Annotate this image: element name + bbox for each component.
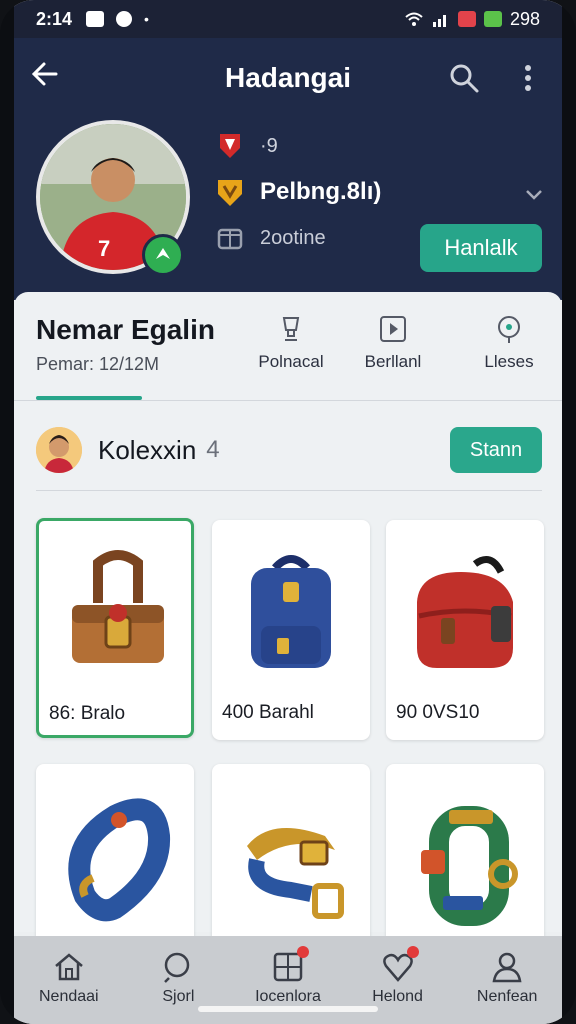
tab-label: Polnacal	[258, 352, 324, 371]
tab-label: Berllanl	[364, 352, 422, 371]
notification-icon	[86, 11, 105, 27]
trophy-icon	[282, 317, 300, 341]
collection-count: 4	[206, 436, 220, 463]
avatar	[36, 427, 82, 473]
collection-item[interactable]: 90 0VS10	[386, 520, 544, 740]
search-icon[interactable]	[448, 62, 480, 94]
rank-shield-icon	[218, 180, 242, 206]
backpack-icon	[251, 555, 331, 668]
collection-item[interactable]: 400 Barahl	[212, 520, 370, 740]
satchel-icon	[72, 550, 164, 663]
profile-line-2-text: Pelbng.8lı)	[260, 178, 382, 205]
nav-item-home[interactable]: Nendaai	[14, 936, 124, 1024]
item-label: 400 Barahl	[222, 702, 314, 723]
profile-line-3-text: 2ootine	[260, 226, 326, 249]
profile-line-2[interactable]: Pelbng.8lı)	[214, 176, 381, 208]
screen: 2:14 • 298 Hadangai 7 ·9 Pelbng.8lı) 2oo…	[14, 0, 562, 1024]
battery-icon	[483, 11, 502, 27]
nav-label: Sjorl	[162, 988, 195, 1005]
nav-label: Iocenlora	[255, 988, 321, 1005]
collection-item[interactable]: 86: Bralo	[36, 518, 194, 738]
bracelet-icon	[68, 798, 171, 922]
chevron-down-icon[interactable]	[524, 184, 544, 204]
collection-title: Kolexxin	[98, 434, 197, 465]
club-crest-icon	[220, 134, 240, 158]
verified-badge-icon	[142, 234, 184, 276]
bag-icon	[417, 556, 513, 668]
play-icon	[380, 316, 406, 342]
dot-icon: •	[144, 11, 149, 27]
tab-label: Lleses	[484, 352, 534, 371]
tab-polnacal[interactable]: Polnacal	[236, 314, 346, 372]
notification-badge	[406, 946, 419, 958]
status-time: 2:14	[36, 8, 73, 29]
profile-line-1-text: ·9	[260, 134, 278, 157]
app-notification-icon	[116, 11, 133, 27]
battery-level: 298	[509, 8, 540, 29]
collection-action-button[interactable]: Stann	[450, 427, 542, 473]
badge-icon	[498, 316, 520, 343]
signal-icon	[432, 15, 446, 27]
search-icon	[164, 952, 190, 983]
profile-card: Nemar Egalin Pemar: 12/12M Polnacal Berl…	[14, 292, 562, 984]
home-indicator[interactable]	[198, 1006, 378, 1012]
more-options-icon[interactable]	[522, 64, 534, 92]
tab-berllanl[interactable]: Berllanl	[338, 314, 448, 372]
collection-header: Kolexxin 4 Stann	[36, 422, 542, 478]
profile-line-3: 2ootine	[214, 222, 326, 254]
divider	[14, 400, 562, 401]
wifi-icon	[405, 12, 423, 26]
box-icon	[217, 228, 243, 250]
profile-header: Hadangai 7 ·9 Pelbng.8lı) 2ootine Hanlal…	[14, 38, 562, 300]
nav-label: Nendaai	[38, 988, 99, 1005]
nav-item-profile[interactable]: Nenfean	[452, 936, 562, 1024]
divider	[36, 490, 542, 491]
follow-button[interactable]: Hanlalk	[420, 224, 542, 272]
profile-line-1: ·9	[214, 130, 278, 162]
nav-label: Helond	[372, 988, 423, 1005]
alert-icon	[457, 11, 476, 27]
home-icon	[54, 953, 83, 981]
status-right: 298	[404, 9, 540, 30]
profile-icon	[492, 952, 522, 983]
nav-label: Nenfean	[476, 988, 538, 1005]
jersey-number: 7	[98, 236, 110, 261]
item-label: 86: Bralo	[49, 703, 126, 724]
tab-lleses[interactable]: Lleses	[454, 314, 562, 372]
armband-icon	[421, 806, 518, 926]
notification-badge	[297, 946, 310, 958]
wristband-icon	[247, 828, 344, 919]
status-bar: 2:14 • 298	[14, 0, 562, 38]
item-label: 90 0VS10	[396, 702, 480, 723]
profile-subtitle: Pemar: 12/12M	[36, 354, 160, 374]
phone-frame: 2:14 • 298 Hadangai 7 ·9 Pelbng.8lı) 2oo…	[0, 0, 576, 1024]
profile-name: Nemar Egalin	[36, 314, 215, 345]
